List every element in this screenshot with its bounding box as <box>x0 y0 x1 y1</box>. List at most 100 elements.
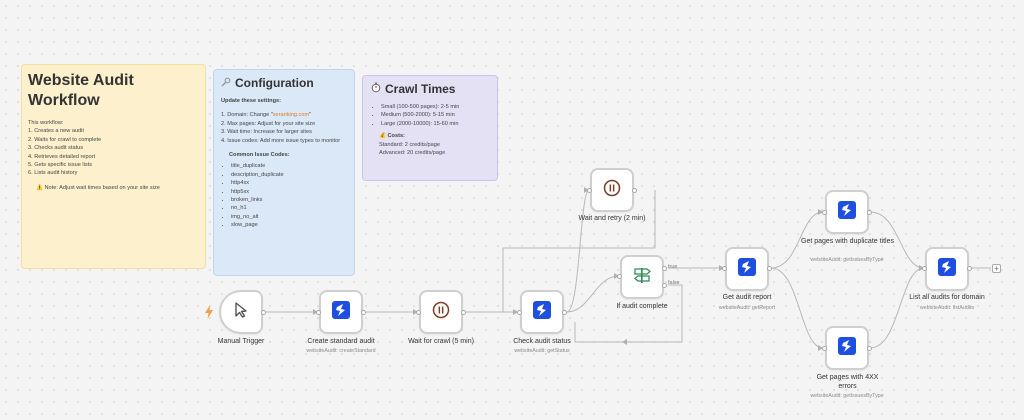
output-port[interactable] <box>867 346 872 351</box>
crawl-times-list: Small (100-500 pages): 2-5 min Medium (5… <box>371 103 489 128</box>
node-label: Wait for crawl (5 min) <box>408 338 474 345</box>
input-port[interactable] <box>316 310 321 315</box>
input-port[interactable] <box>822 210 827 215</box>
overview-step: 4. Retrieves detailed report <box>28 153 96 160</box>
crawl-time: Small (100-500 pages): 2-5 min <box>381 103 489 111</box>
node-subtitle: websiteAudit: listAudits <box>919 305 975 311</box>
node-label: If audit complete <box>616 303 668 310</box>
input-port[interactable] <box>587 188 592 193</box>
overview-body: This workflow: 1. Creates a new audit 2.… <box>28 119 199 192</box>
crawl-time: Medium (500-2000): 5-15 min <box>381 111 489 119</box>
overview-step: 2. Waits for crawl to complete <box>28 136 102 143</box>
overview-title: Website Audit Workflow <box>28 72 134 109</box>
output-port[interactable] <box>767 266 772 271</box>
node-label: Manual Trigger <box>217 338 265 345</box>
seranking-icon <box>838 200 856 224</box>
errors-4xx-node[interactable] <box>825 326 869 370</box>
false-branch-label: false <box>668 280 680 286</box>
input-port[interactable] <box>517 310 522 315</box>
cursor-icon <box>232 301 250 324</box>
issue-code: broken_links <box>231 196 347 204</box>
config-body: Update these settings: 1. Domain: Change… <box>221 97 347 230</box>
issue-code: http5xx <box>231 188 347 196</box>
issue-code: title_duplicate <box>231 162 347 170</box>
wait-retry-node[interactable] <box>590 168 634 212</box>
config-setting: 4. Issue codes: Add more issue types to … <box>221 137 341 144</box>
node-subtitle: websiteAudit: getIssuesByType <box>810 393 884 399</box>
domain-link[interactable]: seranking.com <box>273 112 309 118</box>
output-port[interactable] <box>361 310 366 315</box>
output-port-true[interactable] <box>662 266 667 271</box>
node-label: Wait and retry (2 min) <box>578 215 646 222</box>
output-port[interactable] <box>632 188 637 193</box>
sticky-note-overview[interactable]: Website Audit Workflow This workflow: 1.… <box>21 64 206 269</box>
stopwatch-icon <box>371 82 381 96</box>
pause-icon <box>432 301 450 324</box>
node-subtitle: websiteAudit: getStatus <box>514 348 570 354</box>
node-label: Get pages with 4XX errors <box>816 374 879 390</box>
input-port[interactable] <box>416 310 421 315</box>
list-audits-node[interactable] <box>925 247 969 291</box>
overview-step: 5. Gets specific issue lists <box>28 162 93 169</box>
node-label: Create standard audit <box>307 338 375 345</box>
output-port-false[interactable] <box>662 283 667 288</box>
config-update-heading: Update these settings: <box>221 98 281 104</box>
crawl-title: Crawl Times <box>385 82 456 96</box>
create-audit-node[interactable] <box>319 290 363 334</box>
node-label: List all audits for domain <box>909 294 985 301</box>
input-port[interactable] <box>617 274 622 279</box>
config-title: Configuration <box>235 76 314 90</box>
issue-code: slow_page <box>231 221 347 229</box>
overview-step: 3. Checks audit status <box>28 145 84 152</box>
cost-advanced: Advanced: 20 credits/page <box>379 150 446 157</box>
output-port[interactable] <box>967 266 972 271</box>
sticky-note-configuration[interactable]: Configuration Update these settings: 1. … <box>213 69 355 276</box>
input-port[interactable] <box>722 266 727 271</box>
node-label: Get pages with duplicate titles <box>801 238 894 245</box>
signpost-icon <box>632 266 652 289</box>
node-subtitle: websiteAudit: createStandard <box>306 348 376 354</box>
get-report-node[interactable] <box>725 247 769 291</box>
node-subtitle: websiteAudit: getReport <box>718 305 776 311</box>
setting-domain-prefix: 1. Domain: Change " <box>221 112 273 119</box>
wait-crawl-node[interactable] <box>419 290 463 334</box>
config-setting: 3. Wait time: Increase for larger sites <box>221 129 312 136</box>
pause-icon <box>603 179 621 202</box>
costs-heading: 💰 Costs: <box>379 133 405 140</box>
node-subtitle: websiteAudit: getIssuesByType <box>810 257 884 263</box>
output-port[interactable] <box>562 310 567 315</box>
manual-trigger-node[interactable] <box>219 290 263 334</box>
setting-domain-suffix: " <box>309 112 312 119</box>
cost-standard: Standard: 2 credits/page <box>379 141 440 148</box>
output-port[interactable] <box>461 310 466 315</box>
crawl-body: Small (100-500 pages): 2-5 min Medium (5… <box>371 103 489 157</box>
input-port[interactable] <box>922 266 927 271</box>
add-node-button[interactable]: + <box>992 264 1001 273</box>
overview-note: ⚠️ Note: Adjust wait times based on your… <box>36 184 160 191</box>
issue-code: img_no_alt <box>231 213 347 221</box>
seranking-icon <box>738 257 756 281</box>
config-heading: Configuration <box>221 76 347 90</box>
crawl-heading: Crawl Times <box>371 82 489 96</box>
issue-codes-list: title_duplicate description_duplicate ht… <box>221 162 347 229</box>
duplicate-titles-node[interactable] <box>825 190 869 234</box>
seranking-icon <box>533 300 551 324</box>
config-settings: 1. Domain: Change "seranking.com" 2. Max… <box>221 111 347 145</box>
overview-step: 1. Creates a new audit <box>28 128 84 135</box>
overview-steps: 1. Creates a new audit 2. Waits for craw… <box>28 127 199 177</box>
issue-code: http4xx <box>231 179 347 187</box>
if-complete-node[interactable] <box>620 255 664 299</box>
wrench-icon <box>221 76 231 90</box>
output-port[interactable] <box>867 210 872 215</box>
lightning-icon <box>204 305 214 324</box>
seranking-icon <box>332 300 350 324</box>
issue-code: description_duplicate <box>231 171 347 179</box>
seranking-icon <box>838 336 856 360</box>
output-port[interactable] <box>261 310 266 315</box>
sticky-note-crawl-times[interactable]: Crawl Times Small (100-500 pages): 2-5 m… <box>362 75 498 181</box>
node-label: Get audit report <box>722 294 772 301</box>
input-port[interactable] <box>822 346 827 351</box>
check-status-node[interactable] <box>520 290 564 334</box>
issue-code: no_h1 <box>231 204 347 212</box>
node-label: Check audit status <box>513 338 571 345</box>
